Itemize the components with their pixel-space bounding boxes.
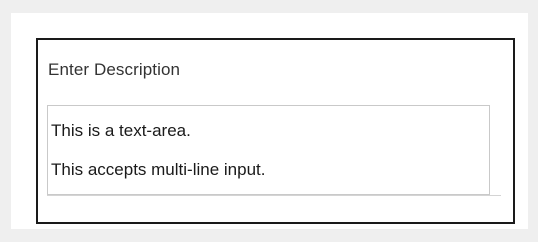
textarea-underline <box>47 195 501 196</box>
textarea-line-2: This accepts multi-line input. <box>51 160 266 179</box>
card: Enter Description This is a text-area. T… <box>11 13 528 229</box>
description-form: Enter Description This is a text-area. T… <box>36 38 515 224</box>
textarea-line-1: This is a text-area. <box>51 121 191 140</box>
description-label: Enter Description <box>48 60 181 79</box>
description-textarea[interactable]: This is a text-area. This accepts multi-… <box>47 105 490 195</box>
